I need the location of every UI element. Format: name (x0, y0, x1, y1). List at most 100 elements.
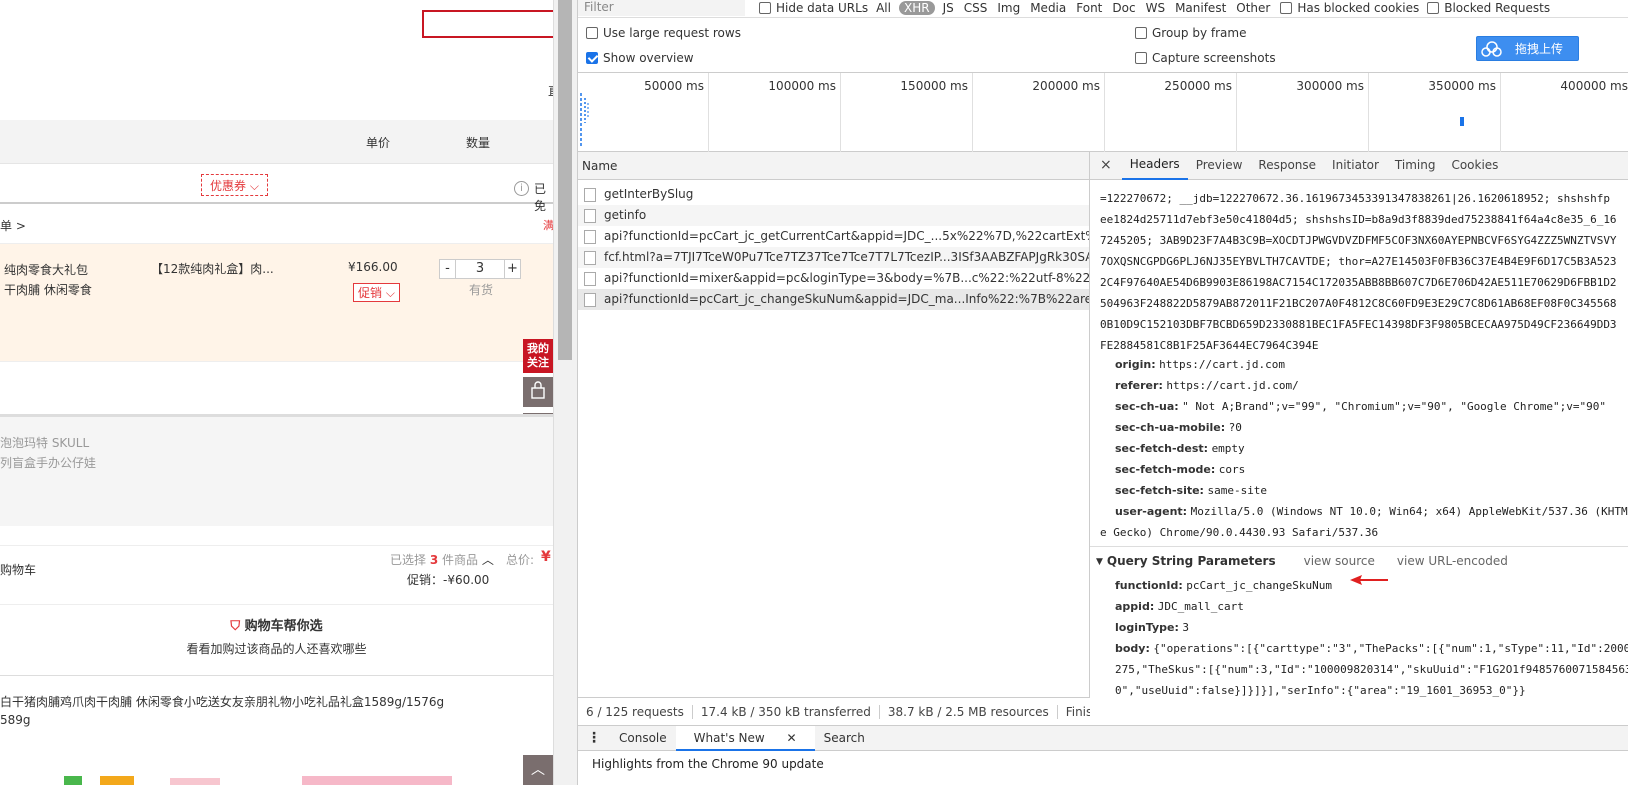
upload-button[interactable]: 拖拽上传 (1476, 36, 1579, 61)
blocked-requests-checkbox[interactable]: Blocked Requests (1427, 1, 1550, 15)
rec-product-line2: 589g (0, 713, 31, 727)
name-column-header[interactable]: Name (578, 152, 1089, 180)
coupon-button[interactable]: 优惠券 ⌵ (201, 174, 268, 196)
quantity-stepper[interactable]: - 3 + (439, 259, 521, 279)
header-row: sec-fetch-mode: cors (1115, 463, 1245, 476)
promo-dropdown[interactable]: 促销 ⌵ (353, 283, 400, 302)
request-list: Name getInterBySlug getinfo api?function… (578, 152, 1090, 697)
type-filter-other[interactable]: Other (1236, 1, 1270, 15)
qsp-title: Query String Parameters (1106, 554, 1276, 568)
close-icon[interactable]: × (1090, 152, 1122, 179)
type-filter-css[interactable]: CSS (964, 1, 988, 15)
gift-line2: 列盲盒手办公仔娃 (0, 456, 97, 470)
checkbox-icon (586, 27, 598, 39)
type-filter-img[interactable]: Img (997, 1, 1020, 15)
group-by-frame-label: Group by frame (1152, 26, 1247, 40)
filter-input[interactable]: Filter (578, 0, 745, 16)
capture-screenshots-label: Capture screenshots (1152, 51, 1276, 65)
qty-minus-button[interactable]: - (440, 260, 456, 278)
type-filter-js[interactable]: JS (943, 1, 954, 15)
checkbox-checked-icon (586, 52, 598, 64)
tab-headers[interactable]: Headers (1121, 152, 1188, 180)
request-row[interactable]: getinfo (578, 205, 1089, 226)
more-menu-icon[interactable]: ⋮ (578, 730, 610, 746)
status-requests: 6 / 125 requests (578, 704, 693, 719)
network-overview[interactable]: 50000 ms 100000 ms 150000 ms 200000 ms 2… (578, 72, 1628, 153)
product-thumb[interactable] (64, 776, 82, 785)
tab-initiator[interactable]: Initiator (1324, 152, 1387, 179)
type-filter-doc[interactable]: Doc (1112, 1, 1135, 15)
request-row[interactable]: api?functionId=pcCart_jc_getCurrentCart&… (578, 226, 1089, 247)
search-box[interactable] (422, 10, 553, 38)
type-filter-all[interactable]: All (876, 1, 891, 15)
cart-page: 直 单价 数量 优惠券 ⌵ i 已免 单 > 满 纯肉零食大礼包 干肉脯 休闲零… (0, 0, 553, 785)
request-name: api?functionId=mixer&appid=pc&loginType=… (604, 271, 1089, 285)
qty-input[interactable]: 3 (456, 260, 504, 278)
view-url-encoded-link[interactable]: view URL-encoded (1397, 554, 1508, 570)
shop-link[interactable]: 单 > (0, 217, 26, 234)
close-icon[interactable]: ✕ (778, 731, 806, 745)
checkbox-icon (1135, 52, 1147, 64)
request-row[interactable]: fcf.html?a=7TJI7TceW0Pu7Tce7TZ37Tce7Tce7… (578, 247, 1089, 268)
tab-preview[interactable]: Preview (1188, 152, 1251, 179)
tab-search[interactable]: Search (815, 731, 874, 745)
tab-timing[interactable]: Timing (1387, 152, 1444, 179)
request-row[interactable]: api?functionId=mixer&appid=pc&loginType=… (578, 268, 1089, 289)
request-row[interactable]: getInterBySlug (578, 184, 1089, 205)
tab-console[interactable]: Console (610, 731, 676, 745)
tab-response[interactable]: Response (1250, 152, 1324, 179)
request-name: api?functionId=pcCart_jc_changeSkuNum&ap… (604, 292, 1089, 306)
header-key: sec-fetch-site: (1115, 484, 1204, 497)
checkbox-icon (759, 2, 771, 14)
info-icon[interactable]: i (514, 181, 529, 196)
type-filter-media[interactable]: Media (1030, 1, 1066, 15)
recommend-subtitle: 看看加购过该商品的人还喜欢哪些 (186, 642, 367, 656)
use-large-rows-checkbox[interactable]: Use large request rows (586, 26, 741, 40)
header-row: sec-fetch-dest: empty (1115, 442, 1245, 455)
group-by-frame-checkbox[interactable]: Group by frame (1135, 26, 1246, 40)
product-name[interactable]: 纯肉零食大礼包 干肉脯 休闲零食 (4, 260, 92, 300)
view-source-link[interactable]: view source (1304, 554, 1375, 570)
has-blocked-cookies-label: Has blocked cookies (1297, 1, 1420, 15)
product-thumb[interactable] (170, 778, 220, 785)
my-follow-label: 我的关注 (527, 342, 549, 369)
hide-data-urls-label: Hide data URLs (776, 1, 869, 15)
qty-plus-button[interactable]: + (504, 260, 520, 278)
type-filter-font[interactable]: Font (1076, 1, 1102, 15)
qsp-section-header[interactable]: ▼ Query String Parameters view source vi… (1096, 554, 1508, 570)
shop-row: 单 > 满 (0, 206, 553, 244)
tab-cookies[interactable]: Cookies (1443, 152, 1506, 179)
checkbox-icon (1427, 2, 1440, 14)
header-value: " Not A;Brand";v="99", "Chromium";v="90"… (1182, 400, 1607, 413)
hide-data-urls-checkbox[interactable]: Hide data URLs (759, 1, 868, 15)
header-value: cors (1218, 463, 1246, 476)
shop-extra-glyph: 满 (543, 219, 553, 232)
capture-screenshots-checkbox[interactable]: Capture screenshots (1135, 51, 1276, 65)
product-thumb[interactable] (100, 776, 134, 785)
has-blocked-cookies-checkbox[interactable]: Has blocked cookies (1280, 1, 1419, 15)
my-follow-tab[interactable]: 我的关注 (523, 339, 553, 373)
type-filter-manifest[interactable]: Manifest (1175, 1, 1226, 15)
back-to-top-button[interactable]: ︿ (523, 755, 553, 785)
rec-product-line1[interactable]: 白干猪肉脯鸡爪肉干肉脯 休闲零食小吃送女友亲朋礼物小吃礼品礼盒1589g/157… (0, 693, 444, 711)
recommend-title: 购物车帮你选 (244, 619, 323, 634)
coupon-row: 优惠券 ⌵ (0, 164, 553, 204)
upload-label: 拖拽上传 (1515, 42, 1564, 56)
page-scrollbar[interactable] (553, 0, 577, 785)
tab-whats-new[interactable]: What's New ✕ (675, 725, 815, 751)
cookie-line: 2C4F97640AE54D6B9903E86198AC7154C172035A… (1100, 276, 1617, 289)
chevron-down-icon: ⌵ (385, 286, 395, 300)
cart-side-tab[interactable] (523, 377, 553, 407)
param-row: body: {"operations":[{"carttype":"3","Th… (1115, 642, 1628, 655)
scrollbar-thumb[interactable] (558, 0, 572, 360)
red-arrow-annotation (1350, 575, 1388, 585)
product-thumb[interactable] (302, 776, 452, 785)
product-name-line1: 纯肉零食大礼包 (4, 263, 89, 277)
param-key: loginType: (1115, 621, 1179, 634)
request-row-selected[interactable]: api?functionId=pcCart_jc_changeSkuNum&ap… (578, 289, 1089, 310)
type-filter-ws[interactable]: WS (1146, 1, 1165, 15)
cookie-line: ee1824d25711d7ebf3e50c41804d5; shshshsID… (1100, 213, 1617, 226)
show-overview-checkbox[interactable]: Show overview (586, 51, 694, 65)
selected-count-label[interactable]: 已选择 3 件商品 ︿ (390, 551, 494, 568)
type-filter-xhr[interactable]: XHR (898, 1, 935, 15)
